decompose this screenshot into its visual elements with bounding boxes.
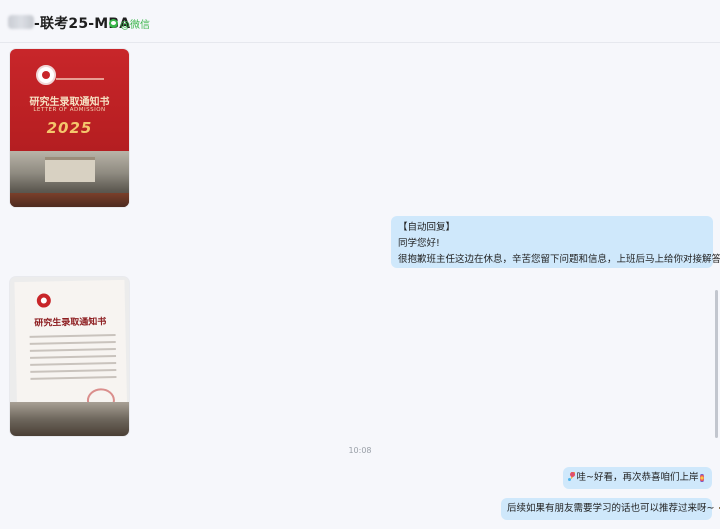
scrollbar[interactable] <box>715 290 718 438</box>
cover-subtitle: LETTER OF ADMISSION <box>33 107 106 113</box>
reply-message-referral[interactable]: 后续如果有朋友需要学习的话也可以推荐过来呀~ <box>501 498 720 520</box>
cover-year: 2025 <box>46 119 93 137</box>
letter-text-lines <box>29 334 117 385</box>
cover-title: 研究生录取通知书 <box>29 97 110 108</box>
sheet-title: 研究生录取通知书 <box>34 317 107 329</box>
reply-1-text: 哇~好看，再次恭喜咱们上岸 <box>576 472 699 483</box>
building-illustration <box>10 402 129 436</box>
auto-reply-message[interactable]: 【自动回复】 同学您好! 很抱歉班主任这边在休息，辛苦您留下问题和信息，上班后马… <box>391 216 720 268</box>
party-popper-icon <box>569 472 575 484</box>
reply-2-text: 后续如果有朋友需要学习的话也可以推荐过来呀~ <box>507 503 715 514</box>
message-list[interactable]: 研究生录取通知书 LETTER OF ADMISSION 2025 【自动回复】… <box>0 43 720 529</box>
auto-reply-line-3: 很抱歉班主任这边在休息，辛苦您留下问题和信息，上班后马上给你对接解答哦! <box>398 254 720 265</box>
admission-letter-sheet-photo[interactable]: 研究生录取通知书 <box>10 277 129 436</box>
auto-reply-line-1: 【自动回复】 <box>398 222 456 233</box>
building-illustration <box>10 151 129 207</box>
university-logo-icon <box>36 65 56 85</box>
wechat-badge: @微信 <box>109 16 150 31</box>
logo-divider <box>56 78 104 80</box>
admission-letter-cover-photo[interactable]: 研究生录取通知书 LETTER OF ADMISSION 2025 <box>10 49 129 207</box>
wechat-icon <box>109 19 118 28</box>
wechat-badge-label: @微信 <box>120 20 150 31</box>
contact-name-blurred <box>8 15 34 29</box>
reply-message-congrats[interactable]: 哇~好看，再次恭喜咱们上岸 <box>563 467 712 489</box>
message-timestamp: 10:08 <box>348 446 372 455</box>
university-logo-icon <box>36 293 51 308</box>
chat-header: -联考25-MBA @微信 <box>0 0 720 43</box>
auto-reply-line-2: 同学您好! <box>398 238 440 249</box>
chat-window: -联考25-MBA @微信 研究生录取通知书 LETTER OF ADMISSI… <box>0 0 720 529</box>
fireworks-icon <box>700 472 704 484</box>
